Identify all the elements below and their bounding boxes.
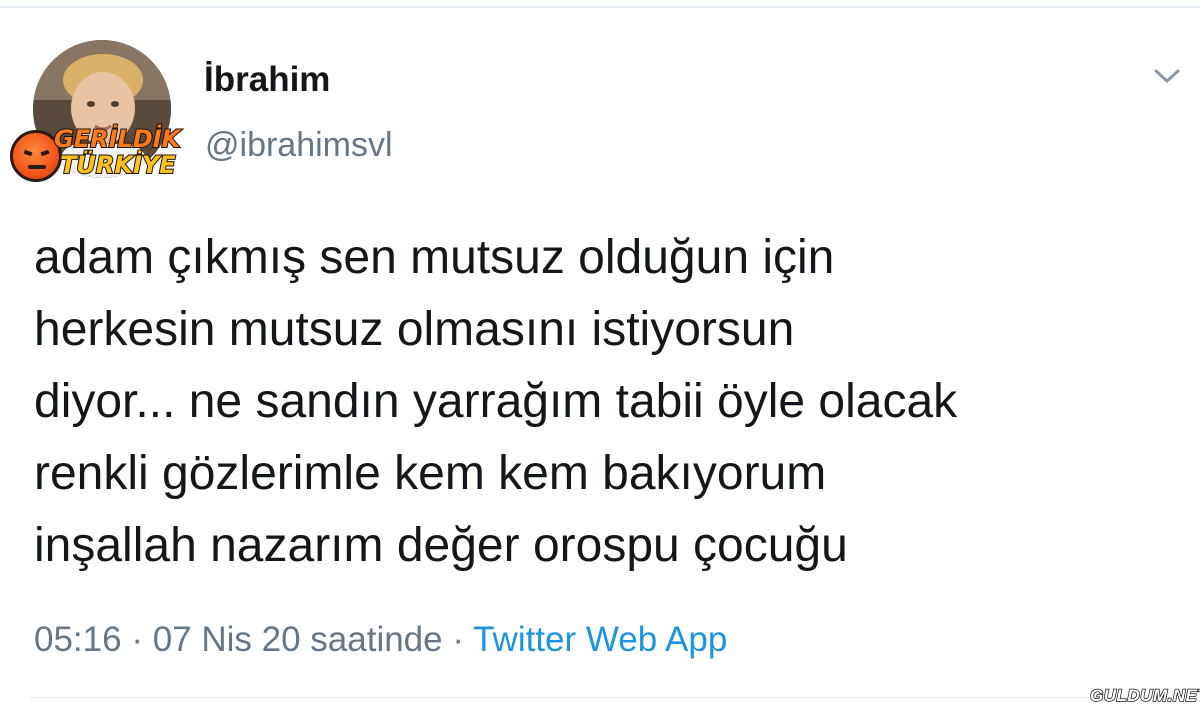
tweet-line: diyor... ne sandın yarrağım tabii öyle o…	[34, 375, 958, 428]
badge-line-2: TÜRKİYE	[59, 151, 177, 179]
site-watermark: GULDUM.NET	[1089, 685, 1200, 706]
user-handle[interactable]: @ibrahimsvl	[205, 126, 393, 165]
tweet-source-link[interactable]: Twitter Web App	[473, 620, 727, 659]
tweet-line: renkli gözlerimle kem kem bakıyorum	[34, 447, 827, 500]
tweet-meta: 05:16 · 07 Nis 20 saatinde · Twitter Web…	[34, 620, 727, 660]
tweet-line: herkesin mutsuz olmasını istiyorsun	[34, 303, 795, 356]
top-divider	[0, 6, 1200, 8]
tweet-line: inşallah nazarım değer orospu çocuğu	[34, 519, 848, 572]
chevron-down-icon[interactable]	[1151, 64, 1183, 88]
tweet-text: adam çıkmış sen mutsuz olduğun için herk…	[34, 222, 1194, 582]
display-name[interactable]: İbrahim	[204, 60, 330, 100]
tweet-date[interactable]: 07 Nis 20 saatinde	[153, 620, 443, 659]
meta-separator: ·	[121, 620, 153, 659]
tweet-line: adam çıkmış sen mutsuz olduğun için	[34, 231, 835, 284]
badge-line-1: GERİLDİK	[53, 125, 181, 153]
meta-separator: ·	[442, 620, 474, 659]
bottom-divider	[30, 697, 1170, 698]
tweet-time[interactable]: 05:16	[34, 620, 122, 659]
gerildik-turkiye-badge: GERİLDİK TÜRKİYE	[10, 122, 200, 188]
